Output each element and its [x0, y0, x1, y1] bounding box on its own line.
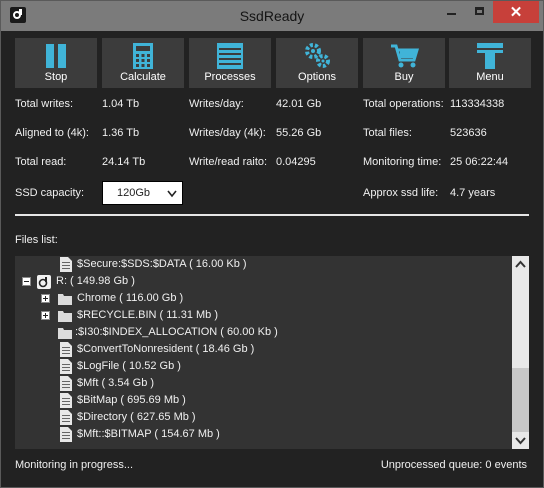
- capacity-label: SSD capacity:: [15, 187, 85, 199]
- title-bar[interactable]: SsdReady ✕: [1, 1, 543, 31]
- queue-status: Unprocessed queue: 0 events: [380, 459, 527, 471]
- tree-row[interactable]: $RECYCLE.BIN ( 11.31 Mb ): [15, 307, 511, 324]
- total-files-value: 523636: [450, 127, 487, 139]
- stop-label: Stop: [44, 71, 68, 83]
- chevron-down-icon: [515, 437, 526, 445]
- tree-row-label: R: ( 149.98 Gb ): [56, 275, 135, 287]
- expand-icon[interactable]: [41, 294, 50, 303]
- folder-icon: [58, 294, 72, 305]
- pause-icon: [46, 44, 66, 68]
- folder-icon: [58, 328, 72, 339]
- maximize-icon: [475, 7, 484, 15]
- calculator-icon: [133, 43, 153, 69]
- calculate-button[interactable]: Calculate: [102, 38, 184, 88]
- total-writes-value: 1.04 Tb: [102, 98, 140, 110]
- drive-icon: [37, 275, 51, 289]
- stop-button[interactable]: Stop: [15, 38, 97, 88]
- tree-row[interactable]: $ConvertToNonresident ( 18.46 Gb ): [15, 341, 511, 358]
- total-writes-label: Total writes:: [15, 98, 74, 110]
- close-button[interactable]: ✕: [493, 1, 539, 23]
- options-button[interactable]: Options: [276, 38, 358, 88]
- tree-row-label: $LogFile ( 10.52 Gb ): [77, 360, 181, 372]
- options-label: Options: [298, 71, 336, 83]
- minimize-button[interactable]: [437, 1, 467, 23]
- scroll-down-button[interactable]: [512, 432, 529, 449]
- tree-row-label: $Secure:$SDS:$DATA ( 16.00 Kb ): [77, 258, 247, 270]
- cart-icon: [391, 44, 420, 68]
- total-files-label: Total files:: [363, 127, 412, 139]
- tree-row[interactable]: Chrome ( 116.00 Gb ): [15, 290, 511, 307]
- tree-row-label: $Mft ( 3.54 Gb ): [77, 377, 155, 389]
- tree-row-label: $Directory ( 627.65 Mb ): [77, 411, 196, 423]
- divider: [15, 214, 529, 216]
- tree-row-label: Chrome ( 116.00 Gb ): [77, 292, 184, 304]
- chevron-down-icon: [167, 190, 177, 198]
- write-read-value: 0.04295: [276, 156, 316, 168]
- tree-row-label: $Mft::$BITMAP ( 154.67 Mb ): [77, 428, 220, 440]
- tree-row-label: :$I30:$INDEX_ALLOCATION ( 60.00 Kb ): [75, 326, 278, 338]
- writes-day-value: 42.01 Gb: [276, 98, 322, 110]
- app-window: SsdReady ✕ Stop Calculate Processes Opti…: [0, 0, 544, 488]
- processes-label: Processes: [204, 71, 256, 83]
- total-read-label: Total read:: [15, 156, 67, 168]
- files-tree[interactable]: $Secure:$SDS:$DATA ( 16.00 Kb ) R: ( 149…: [15, 256, 529, 449]
- write-read-label: Write/read raito:: [189, 156, 268, 168]
- file-icon: [60, 342, 72, 357]
- scroll-up-button[interactable]: [512, 256, 529, 273]
- gears-icon: [305, 43, 330, 68]
- tree-row-label: $ConvertToNonresident ( 18.46 Gb ): [77, 343, 255, 355]
- tree-row[interactable]: $Secure:$SDS:$DATA ( 16.00 Kb ): [15, 256, 511, 273]
- vertical-scrollbar[interactable]: [512, 256, 529, 449]
- life-label: Approx ssd life:: [363, 187, 439, 199]
- toolbar: Stop Calculate Processes Options Buy Men…: [15, 38, 531, 88]
- tree-row[interactable]: $Mft::$BITMAP ( 154.67 Mb ): [15, 426, 511, 443]
- file-icon: [60, 359, 72, 374]
- tree-row[interactable]: $Mft ( 3.54 Gb ): [15, 375, 511, 392]
- tree-row[interactable]: $BitMap ( 695.69 Mb ): [15, 392, 511, 409]
- buy-button[interactable]: Buy: [363, 38, 445, 88]
- status-text: Monitoring in progress...: [15, 459, 133, 471]
- buy-label: Buy: [394, 71, 414, 83]
- scroll-thumb[interactable]: [512, 368, 529, 432]
- expand-icon[interactable]: [41, 311, 50, 320]
- monitoring-label: Monitoring time:: [363, 156, 442, 168]
- aligned-value: 1.36 Tb: [102, 127, 140, 139]
- total-read-value: 24.14 Tb: [102, 156, 146, 168]
- file-icon: [60, 257, 72, 272]
- life-value: 4.7 years: [450, 187, 496, 199]
- writes-day-4k-value: 55.26 Gb: [276, 127, 322, 139]
- tree-row[interactable]: $LogFile ( 10.52 Gb ): [15, 358, 511, 375]
- aligned-label: Aligned to (4k):: [15, 127, 89, 139]
- collapse-icon[interactable]: [22, 277, 31, 286]
- menu-button[interactable]: Menu: [449, 38, 531, 88]
- monitoring-value: 25 06:22:44: [450, 156, 509, 168]
- writes-day-4k-label: Writes/day (4k):: [189, 127, 266, 139]
- tree-row-label: $BitMap ( 695.69 Mb ): [77, 394, 186, 406]
- processes-button[interactable]: Processes: [189, 38, 271, 88]
- menu-icon: [477, 43, 503, 69]
- list-window-icon: [217, 43, 243, 69]
- tree-row-label: $RECYCLE.BIN ( 11.31 Mb ): [77, 309, 219, 321]
- files-list-label: Files list:: [15, 234, 58, 246]
- file-icon: [60, 376, 72, 391]
- writes-day-label: Writes/day:: [189, 98, 244, 110]
- tree-row[interactable]: :$I30:$INDEX_ALLOCATION ( 60.00 Kb ): [15, 324, 511, 341]
- file-icon: [60, 427, 72, 442]
- maximize-button[interactable]: [467, 1, 493, 23]
- folder-icon: [58, 311, 72, 322]
- capacity-select[interactable]: 120Gb: [102, 181, 183, 205]
- total-ops-value: 113334338: [450, 98, 505, 110]
- chevron-up-icon: [515, 260, 526, 268]
- file-icon: [60, 410, 72, 425]
- calculate-label: Calculate: [120, 71, 166, 83]
- capacity-value: 120Gb: [117, 187, 151, 199]
- minimize-icon: [447, 13, 456, 15]
- tree-row[interactable]: R: ( 149.98 Gb ): [15, 273, 511, 290]
- tree-row[interactable]: $Directory ( 627.65 Mb ): [15, 409, 511, 426]
- total-ops-label: Total operations:: [363, 98, 444, 110]
- close-icon: ✕: [509, 4, 523, 21]
- menu-label: Menu: [476, 71, 504, 83]
- file-icon: [60, 393, 72, 408]
